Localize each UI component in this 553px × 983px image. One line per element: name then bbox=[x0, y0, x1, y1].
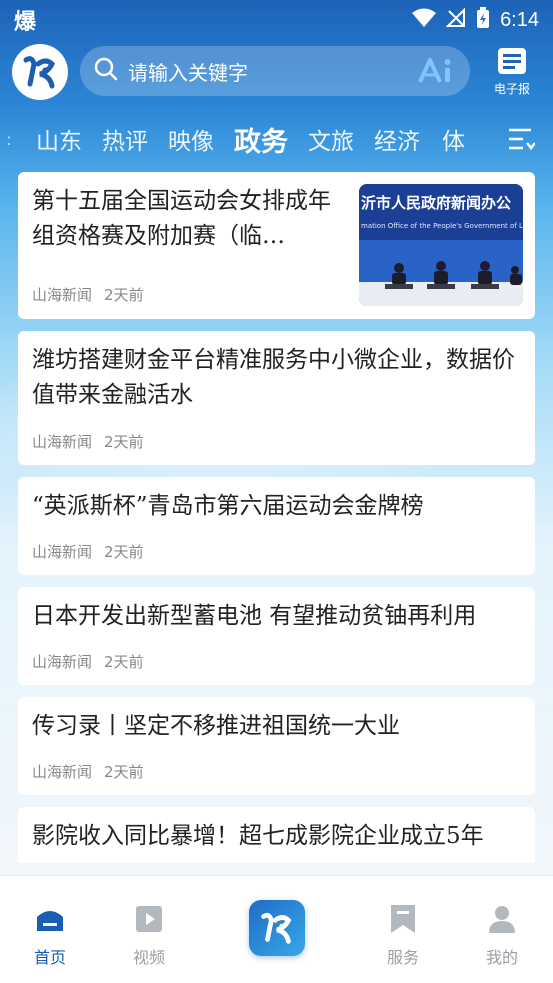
nav-video[interactable]: 视频 bbox=[109, 902, 189, 968]
battery-charging-icon bbox=[476, 7, 490, 33]
tab-shandong[interactable]: 山东 bbox=[36, 122, 82, 156]
app-logo-icon bbox=[261, 912, 292, 944]
news-thumbnail: 沂市人民政府新闻办公 mation Office of the People's… bbox=[359, 184, 523, 306]
news-meta: 山海新闻 2天前 bbox=[32, 431, 144, 452]
epaper-button[interactable]: 电子报 bbox=[488, 46, 536, 100]
nav-profile[interactable]: 我的 bbox=[462, 902, 542, 968]
notification-app-glyph: 爆 bbox=[14, 10, 37, 35]
profile-icon bbox=[462, 902, 542, 936]
news-time: 2天前 bbox=[104, 433, 144, 451]
news-feed: 第十五届全国运动会女排成年组资格赛及附加赛（临… 山海新闻 2天前 沂市人民政府新… bbox=[18, 172, 535, 863]
no-signal-icon bbox=[445, 7, 466, 32]
news-source: 山海新闻 bbox=[32, 543, 93, 561]
app-logo-icon bbox=[23, 56, 56, 89]
wifi-icon bbox=[412, 8, 437, 32]
news-time: 2天前 bbox=[104, 763, 144, 781]
app-header: 请输入关键字 电子报 bbox=[0, 44, 553, 100]
video-icon bbox=[109, 902, 189, 936]
menu-icon bbox=[509, 128, 536, 151]
epaper-label: 电子报 bbox=[493, 82, 530, 96]
status-time: 6:14 bbox=[500, 8, 539, 31]
news-time: 2天前 bbox=[104, 653, 144, 671]
bottom-navigation: 首页 视频 服务 我的 bbox=[0, 875, 553, 983]
channel-menu-button[interactable] bbox=[507, 126, 536, 152]
nav-services[interactable]: 服务 bbox=[363, 902, 443, 968]
tab-commentary[interactable]: 热评 bbox=[102, 122, 148, 156]
ai-icon bbox=[418, 58, 451, 83]
channel-tabs: : 山东 热评 映像 政务 文旅 经济 体 bbox=[0, 116, 553, 162]
newspaper-icon bbox=[498, 48, 526, 74]
news-source: 山海新闻 bbox=[32, 763, 93, 781]
home-icon bbox=[10, 902, 90, 936]
news-time: 2天前 bbox=[104, 543, 144, 561]
tab-culture-tourism[interactable]: 文旅 bbox=[308, 122, 354, 156]
ai-assistant-button[interactable] bbox=[418, 58, 456, 84]
news-title: 影院收入同比暴增！超七成影院企业成立5年 bbox=[32, 823, 484, 849]
news-source: 山海新闻 bbox=[32, 653, 93, 671]
news-source: 山海新闻 bbox=[32, 433, 93, 451]
news-card[interactable]: 日本开发出新型蓄电池 有望推动贫铀再利用 山海新闻 2天前 bbox=[18, 587, 535, 685]
thumb-banner-cn: 沂市人民政府新闻办公 bbox=[361, 194, 511, 212]
status-bar: 爆 6:14 bbox=[0, 0, 553, 40]
nav-profile-label: 我的 bbox=[485, 948, 518, 967]
nav-home[interactable]: 首页 bbox=[10, 902, 90, 968]
news-meta: 山海新闻 2天前 bbox=[32, 651, 144, 672]
news-title: 传习录丨坚定不移推进祖国统一大业 bbox=[32, 713, 400, 739]
bookmark-icon bbox=[363, 902, 443, 936]
news-time: 2天前 bbox=[104, 286, 144, 304]
nav-home-label: 首页 bbox=[33, 948, 66, 967]
news-source: 山海新闻 bbox=[32, 286, 93, 304]
nav-video-label: 视频 bbox=[132, 948, 165, 967]
tab-government-affairs[interactable]: 政务 bbox=[234, 120, 288, 159]
thumb-banner-en: mation Office of the People's Government… bbox=[361, 222, 523, 230]
news-card[interactable]: “英派斯杯”青岛市第六届运动会金牌榜 山海新闻 2天前 bbox=[18, 477, 535, 575]
nav-services-label: 服务 bbox=[386, 948, 419, 967]
nav-center-logo[interactable] bbox=[249, 900, 305, 956]
news-card[interactable]: 传习录丨坚定不移推进祖国统一大业 山海新闻 2天前 bbox=[18, 697, 535, 795]
search-icon bbox=[94, 57, 118, 85]
news-title: “英派斯杯”青岛市第六届运动会金牌榜 bbox=[32, 493, 424, 519]
search-placeholder: 请输入关键字 bbox=[128, 60, 248, 85]
app-logo[interactable] bbox=[12, 44, 68, 100]
news-card[interactable]: 影院收入同比暴增！超七成影院企业成立5年 bbox=[18, 807, 535, 863]
search-bar[interactable]: 请输入关键字 bbox=[80, 46, 470, 96]
news-title: 日本开发出新型蓄电池 有望推动贫铀再利用 bbox=[32, 603, 477, 629]
news-meta: 山海新闻 2天前 bbox=[32, 761, 144, 782]
news-card[interactable]: 潍坊搭建财金平台精准服务中小微企业，数据价值带来金融活水 山海新闻 2天前 bbox=[18, 331, 535, 465]
tab-economy[interactable]: 经济 bbox=[374, 122, 420, 156]
news-card[interactable]: 第十五届全国运动会女排成年组资格赛及附加赛（临… 山海新闻 2天前 沂市人民政府新… bbox=[18, 172, 535, 319]
news-title: 潍坊搭建财金平台精准服务中小微企业，数据价值带来金融活水 bbox=[32, 347, 515, 408]
news-meta: 山海新闻 2天前 bbox=[32, 541, 144, 562]
tabs-overflow-indicator: : bbox=[6, 129, 12, 149]
tab-sports[interactable]: 体 bbox=[442, 122, 465, 156]
news-title: 第十五届全国运动会女排成年组资格赛及附加赛（临… bbox=[32, 188, 331, 249]
tab-video-image[interactable]: 映像 bbox=[168, 122, 214, 156]
news-meta: 山海新闻 2天前 bbox=[32, 284, 144, 305]
